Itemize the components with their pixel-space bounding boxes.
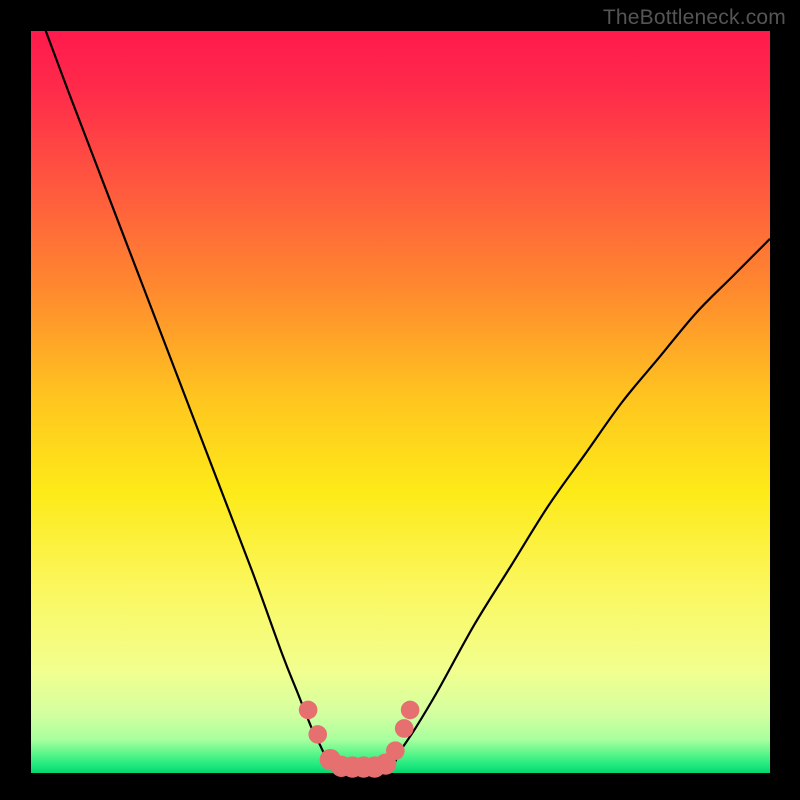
chart-frame: TheBottleneck.com (0, 0, 800, 800)
curve-marker (401, 701, 420, 720)
curve-marker (308, 725, 327, 744)
watermark-text: TheBottleneck.com (603, 6, 786, 30)
plot-background (31, 31, 770, 773)
bottleneck-chart (0, 0, 800, 800)
curve-marker (299, 701, 318, 720)
curve-marker (395, 719, 414, 738)
curve-marker (386, 741, 405, 760)
